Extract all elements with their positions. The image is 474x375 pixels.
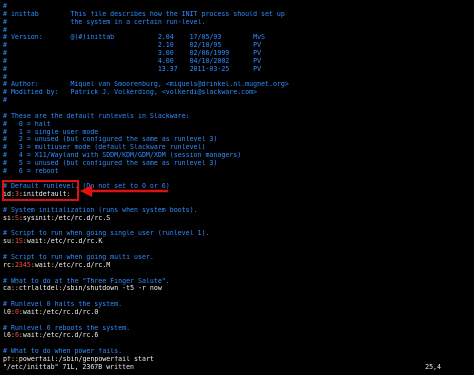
line-segment: 2345 — [14, 261, 31, 269]
terminal-line: # the system in a certain run-level. — [3, 19, 471, 27]
red-arrow-icon — [80, 185, 168, 197]
terminal-line: # 3.00 02/06/1999 PV — [3, 50, 471, 58]
line-segment: l6 — [3, 332, 11, 340]
terminal-line: # What to do when power fails. — [3, 348, 471, 356]
terminal-line: # 4.00 04/10/2002 PV — [3, 58, 471, 66]
terminal-line: # 6 = reboot — [3, 168, 471, 176]
line-segment: powerfail — [18, 355, 55, 363]
line-segment: wait — [34, 261, 51, 269]
line-segment: # Version: @(#)inittab 2.04 17/05/93 MvS — [3, 34, 266, 42]
line-segment: :: — [10, 285, 19, 293]
cursor-position: 25,4 — [425, 363, 441, 371]
vim-status-line: "/etc/inittab" 71L, 2367B written 25,4 — [3, 363, 471, 372]
line-segment: # Script to run when going multi user. — [3, 254, 154, 261]
terminal-line: # 2 = unused (but configured the same as… — [3, 136, 471, 144]
line-segment: # 4 = X11/Wayland with SDDM/KDM/GDM/XDM … — [3, 152, 242, 160]
terminal-line: # Author: Miquel van Smoorenburg, <mique… — [3, 81, 471, 89]
terminal-line: # Version: @(#)inittab 2.04 17/05/93 MvS — [3, 34, 471, 42]
line-segment: # 3.00 02/06/1999 PV — [3, 50, 262, 58]
terminal-line: # Runlevel 0 halts the system. — [3, 301, 471, 309]
terminal-line: # inittab This file describes how the IN… — [3, 11, 471, 19]
terminal-line: su:1S:wait:/etc/rc.d/rc.K — [3, 238, 471, 246]
terminal-line: # Script to run when going multi user. — [3, 254, 471, 262]
terminal-line: # — [3, 27, 471, 35]
line-segment: # 6 = reboot — [3, 167, 59, 175]
line-segment: # — [3, 3, 7, 10]
line-segment: /etc/rc.d/rc.0 — [42, 308, 99, 316]
terminal-line: ca::ctrlaltdel:/sbin/shutdown -t5 -r now — [3, 285, 471, 293]
terminal-line: # What to do at the "Three Finger Salute… — [3, 278, 471, 286]
line-segment: # What to do at the "Three Finger Salute… — [3, 277, 170, 285]
line-segment: # Author: Miquel van Smoorenburg, <mique… — [3, 81, 289, 89]
line-segment: /etc/rc.d/rc.S — [54, 214, 111, 222]
line-segment: # 5 = unused (but configured the same as… — [3, 159, 218, 167]
line-segment: wait — [22, 308, 39, 316]
line-segment: /sbin/shutdown -t5 -r now — [62, 285, 162, 293]
terminal-line: rc:2345:wait:/etc/rc.d/rc.M — [3, 262, 471, 270]
line-segment: # — [3, 97, 7, 105]
terminal-line: # — [3, 74, 471, 82]
line-segment: # What to do when power fails. — [3, 348, 123, 356]
line-segment: ctrlaltdel — [18, 285, 59, 293]
line-segment: # Modified by: Patrick J. Volkerding, <v… — [3, 89, 258, 97]
line-segment: # 3 = multiuser mode (default Slackware … — [3, 144, 206, 152]
terminal-line: # 3 = multiuser mode (default Slackware … — [3, 144, 471, 152]
line-segment: 1S — [14, 238, 23, 246]
line-segment: # 13.37 2011-03-25 PV — [3, 65, 262, 73]
line-segment: /etc/rc.d/rc.6 — [42, 332, 99, 340]
terminal-line: si:S:sysinit:/etc/rc.d/rc.S — [3, 215, 471, 223]
line-segment: # 2.10 02/10/95 PV — [3, 42, 262, 50]
line-segment: # These are the default runlevels in Sla… — [3, 112, 190, 120]
terminal-line: # 1 = single user mode — [3, 129, 471, 137]
line-segment: pf — [3, 355, 11, 363]
terminal-line: l0:0:wait:/etc/rc.d/rc.0 — [3, 309, 471, 317]
terminal-line: # These are the default runlevels in Sla… — [3, 113, 471, 121]
line-segment: si — [3, 214, 11, 222]
line-segment: ca — [3, 285, 11, 293]
line-segment: /sbin/genpowerfail start — [58, 355, 154, 363]
terminal-line: # 0 = halt — [3, 121, 471, 129]
line-segment: # Script to run when going single user (… — [3, 230, 210, 238]
line-segment: # — [3, 73, 7, 81]
terminal-line: # 4 = X11/Wayland with SDDM/KDM/GDM/XDM … — [3, 152, 471, 160]
line-segment: # 1 = single user mode — [3, 128, 99, 136]
line-segment: # System initialization (runs when syste… — [3, 206, 198, 214]
terminal-line: # — [3, 3, 471, 11]
line-segment: # 2 = unused (but configured the same as… — [3, 136, 218, 144]
terminal-line: # Script to run when going single user (… — [3, 230, 471, 238]
line-segment: rc — [3, 261, 11, 269]
line-segment: /etc/rc.d/rc.K — [46, 238, 103, 246]
terminal-line: # — [3, 97, 471, 105]
line-segment: # inittab This file describes how the IN… — [3, 10, 285, 18]
highlight-box — [2, 180, 79, 201]
line-segment: # the system in a certain run-level. — [3, 18, 206, 26]
line-segment: wait — [26, 238, 43, 246]
line-segment: # Runlevel 0 halts the system. — [3, 301, 123, 309]
line-segment: wait — [22, 332, 39, 340]
line-segment: # — [3, 26, 7, 34]
line-segment: /etc/rc.d/rc.M — [54, 261, 111, 269]
line-segment: # Runlevel 6 reboots the system. — [3, 324, 131, 332]
terminal-line: # 5 = unused (but configured the same as… — [3, 160, 471, 168]
line-segment: sysinit — [22, 214, 51, 222]
line-segment: # 4.00 04/10/2002 PV — [3, 57, 262, 65]
terminal-line: l6:6:wait:/etc/rc.d/rc.6 — [3, 332, 471, 340]
terminal-line: # 2.10 02/10/95 PV — [3, 42, 471, 50]
line-segment: l0 — [3, 308, 11, 316]
terminal-line: # Modified by: Patrick J. Volkerding, <v… — [3, 89, 471, 97]
terminal-line: # System initialization (runs when syste… — [3, 207, 471, 215]
terminal-line: # 13.37 2011-03-25 PV — [3, 66, 471, 74]
line-segment: # 0 = halt — [3, 120, 51, 128]
line-segment: su — [3, 238, 11, 246]
terminal-line: # Runlevel 6 reboots the system. — [3, 325, 471, 333]
status-message: "/etc/inittab" 71L, 2367B written — [3, 363, 135, 371]
line-segment: :: — [10, 355, 19, 363]
